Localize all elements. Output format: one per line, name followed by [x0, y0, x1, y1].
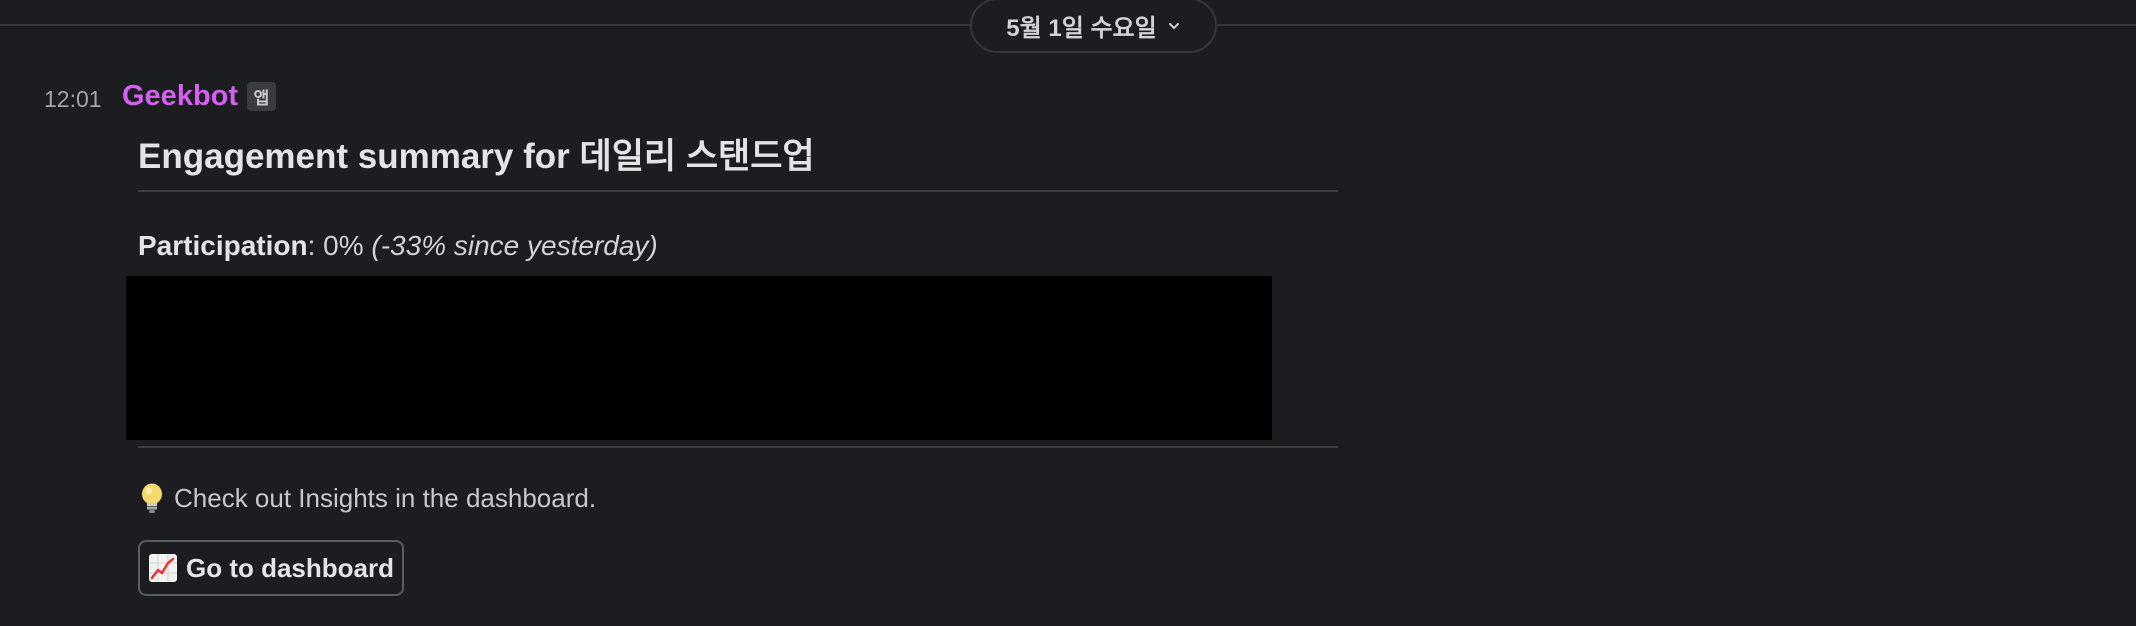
message-pane: 5월 1일 수요일 12:01 Geekbot 앱 Engagement sum… — [0, 0, 2136, 626]
tip-text: Check out Insights in the dashboard. — [174, 482, 597, 513]
dashboard-tip: Check out Insights in the dashboard. — [138, 482, 596, 514]
app-badge: 앱 — [247, 82, 276, 111]
dashboard-button-label: Go to dashboard — [186, 552, 394, 583]
divider — [138, 446, 1338, 448]
date-divider-button[interactable]: 5월 1일 수요일 — [970, 0, 1217, 53]
date-label: 5월 1일 수요일 — [1006, 15, 1157, 42]
participation-value: 0% — [315, 230, 372, 261]
divider — [138, 190, 1338, 192]
go-to-dashboard-button[interactable]: Go to dashboard — [138, 540, 404, 596]
participation-label: Participation — [138, 230, 308, 261]
summary-title: Engagement summary for 데일리 스탠드업 — [138, 137, 815, 176]
participation-line: Participation: 0% (-33% since yesterday) — [138, 230, 658, 262]
sender-name[interactable]: Geekbot — [122, 80, 238, 113]
message-timestamp[interactable]: 12:01 — [44, 86, 102, 113]
lightbulb-icon — [142, 483, 162, 513]
redacted-block — [126, 276, 1272, 440]
chevron-down-icon — [1168, 22, 1179, 29]
chart-increasing-icon — [149, 554, 177, 582]
participation-delta: (-33% since yesterday) — [371, 230, 658, 261]
